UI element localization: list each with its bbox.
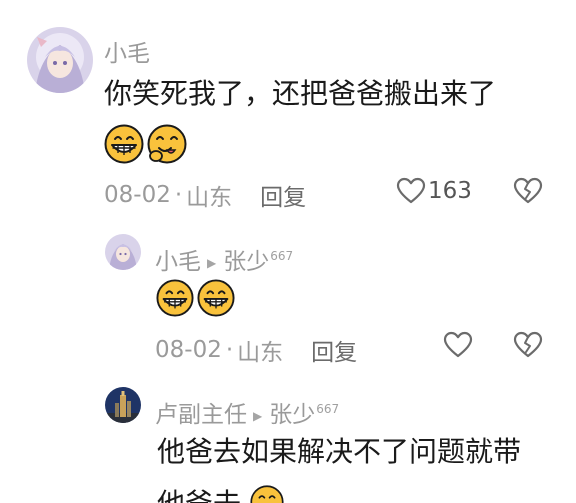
emoji-row — [104, 124, 187, 164]
grin-emoji — [197, 279, 235, 317]
like-button[interactable]: 163 — [396, 177, 472, 205]
reply-target-name[interactable]: 张少667 — [223, 242, 293, 276]
meta-separator: · — [174, 182, 183, 208]
comment-thread: 小毛 你笑死我了，还把爸爸搬出来了 08-02 · 山东 回复 163 小毛 ▶… — [0, 0, 576, 503]
yummy-emoji — [147, 124, 187, 164]
reply-target-text: 张少 — [223, 249, 270, 275]
grin-emoji — [250, 485, 284, 503]
comment-author-line: 小毛 — [104, 34, 150, 68]
reply-arrow-icon: ▶ — [253, 409, 263, 423]
comment-text: 你笑死我了，还把爸爸搬出来了 — [104, 77, 497, 110]
reply-button[interactable]: 回复 — [260, 178, 306, 212]
reply-target-name[interactable]: 张少667 — [269, 395, 339, 429]
reply-author-line: 卢副主任 ▶ 张少667 — [155, 395, 339, 429]
author-name[interactable]: 卢副主任 — [155, 395, 247, 429]
reply-meta: 08-02 · 山东 回复 — [155, 333, 357, 367]
comment-date: 08-02 — [155, 337, 222, 363]
reply-target-text: 张少 — [269, 402, 316, 428]
heart-icon — [396, 177, 426, 204]
comment-location: 山东 — [186, 185, 233, 211]
reply-author-line: 小毛 ▶ 张少667 — [155, 242, 293, 276]
comment-text: 他爸去如果解决不了问题就带 — [157, 435, 522, 468]
user-badge: 667 — [270, 249, 294, 264]
author-name[interactable]: 小毛 — [104, 34, 150, 68]
like-count: 163 — [428, 178, 472, 204]
comment-text-tail: 他爸去 — [157, 487, 241, 503]
avatar[interactable] — [105, 234, 141, 270]
emoji-row — [156, 279, 235, 317]
grin-emoji — [156, 279, 194, 317]
comment-location: 山东 — [237, 340, 284, 366]
comment-meta: 08-02 · 山东 回复 — [104, 178, 306, 212]
avatar[interactable] — [27, 27, 93, 93]
comment-text-continued: 他爸去 — [157, 482, 284, 503]
like-button[interactable] — [443, 331, 473, 359]
avatar[interactable] — [105, 387, 141, 423]
broken-heart-icon — [513, 177, 543, 204]
user-badge: 667 — [316, 402, 340, 417]
comment-date: 08-02 — [104, 182, 171, 208]
meta-separator: · — [225, 337, 234, 363]
grin-emoji — [104, 124, 144, 164]
broken-heart-icon — [513, 331, 543, 358]
heart-icon — [443, 331, 473, 358]
dislike-button[interactable] — [513, 331, 543, 359]
author-name[interactable]: 小毛 — [155, 242, 201, 276]
dislike-button[interactable] — [513, 177, 543, 205]
reply-button[interactable]: 回复 — [311, 333, 357, 367]
reply-arrow-icon: ▶ — [207, 256, 217, 270]
